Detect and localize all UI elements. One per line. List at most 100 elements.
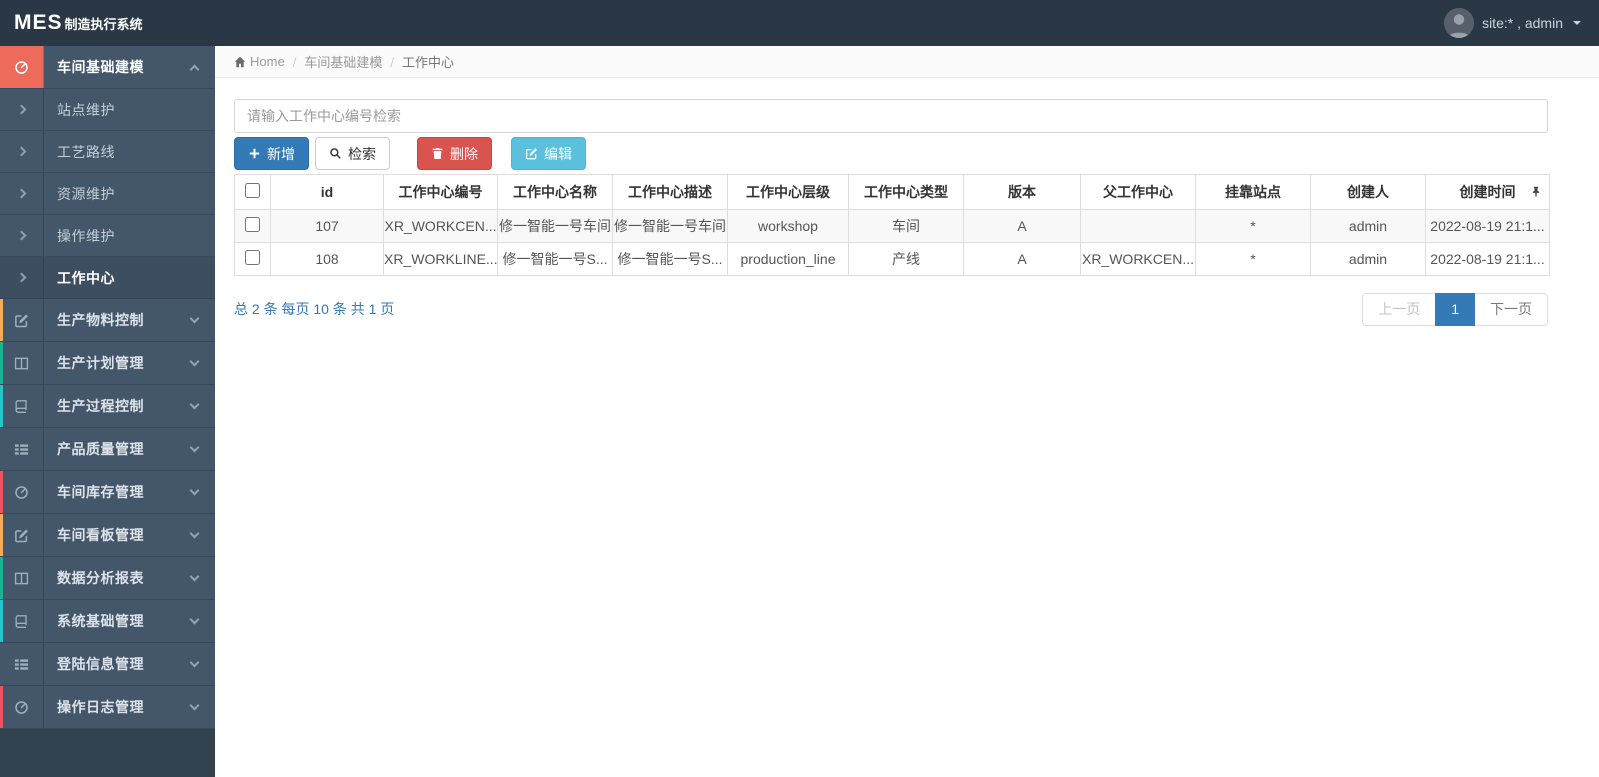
delete-button-label: 删除 xyxy=(450,145,478,162)
accent-strip xyxy=(0,600,3,642)
table-cell: admin xyxy=(1310,209,1426,243)
select-all-checkbox[interactable] xyxy=(245,183,260,198)
select-all-cell xyxy=(234,174,271,210)
breadcrumb: Home 车间基础建模 工作中心 xyxy=(215,46,1599,78)
table-cell: 2022-08-19 21:1... xyxy=(1425,242,1550,276)
pager: 上一页 1 下一页 xyxy=(1362,293,1548,326)
column-header-label: 父工作中心 xyxy=(1103,184,1173,200)
table-cell: 修一智能一号S... xyxy=(497,242,613,276)
caret-down-icon xyxy=(1573,21,1581,25)
app-logo: MES 制造执行系统 xyxy=(14,11,143,35)
sidebar-item-production-process-control[interactable]: 生产过程控制 xyxy=(0,385,215,428)
chevron-down-icon xyxy=(189,399,200,410)
table-cell: production_line xyxy=(727,242,849,276)
chevron-down-icon xyxy=(189,485,200,496)
table-cell: * xyxy=(1195,209,1311,243)
column-header-9: 挂靠站点 xyxy=(1195,174,1311,210)
edit-icon xyxy=(525,147,538,160)
user-menu[interactable]: site:* , admin xyxy=(1444,8,1581,38)
next-page-button[interactable]: 下一页 xyxy=(1474,293,1548,326)
add-button-label: 新增 xyxy=(267,145,295,162)
column-header-label: 工作中心编号 xyxy=(398,184,483,200)
columns-icon xyxy=(0,557,44,599)
search-input[interactable] xyxy=(234,99,1548,133)
plus-icon xyxy=(248,147,261,160)
accent-strip xyxy=(0,557,3,599)
table-row[interactable]: 107 XR_WORKCEN... 修一智能一号车间 修一智能一号车间 workshop… xyxy=(234,209,1550,243)
breadcrumb-workshop-base-modeling[interactable]: 车间基础建模 xyxy=(285,52,382,71)
sidebar-item-resource-maintenance[interactable]: 资源维护 xyxy=(0,173,215,215)
sidebar-item-workshop-inventory-management[interactable]: 车间库存管理 xyxy=(0,471,215,514)
sidebar-item-workshop-kanban-management[interactable]: 车间看板管理 xyxy=(0,514,215,557)
accent-strip xyxy=(0,471,3,513)
sidebar-item-label: 生产过程控制 xyxy=(57,398,144,414)
brand-text: MES xyxy=(14,11,63,34)
sidebar-item-production-plan-management[interactable]: 生产计划管理 xyxy=(0,342,215,385)
chevron-down-icon xyxy=(189,657,200,668)
table-cell: * xyxy=(1195,242,1311,276)
table-cell: 修一智能一号车间 xyxy=(612,209,728,243)
sidebar-item-station-maintenance[interactable]: 站点维护 xyxy=(0,89,215,131)
sidebar-item-label: 工艺路线 xyxy=(57,143,115,160)
chevron-down-icon xyxy=(189,528,200,539)
chevron-right-icon xyxy=(0,131,44,172)
add-button[interactable]: 新增 xyxy=(234,137,309,170)
row-checkbox[interactable] xyxy=(245,217,260,232)
column-header-label: 创建人 xyxy=(1347,184,1389,200)
page-1-button[interactable]: 1 xyxy=(1435,293,1475,326)
sidebar-item-login-info-management[interactable]: 登陆信息管理 xyxy=(0,643,215,686)
row-checkbox[interactable] xyxy=(245,250,260,265)
edit-icon xyxy=(0,514,44,556)
column-header-1: id xyxy=(270,174,384,210)
column-header-2: 工作中心编号 xyxy=(383,174,498,210)
prev-page-button[interactable]: 上一页 xyxy=(1362,293,1437,326)
sidebar-item-label: 车间看板管理 xyxy=(57,527,144,543)
dashboard-icon xyxy=(0,46,44,88)
column-header-label: 创建时间 xyxy=(1459,184,1516,200)
table-cell: 107 xyxy=(270,209,384,243)
sidebar-item-label: 操作维护 xyxy=(57,227,115,244)
sidebar-item-data-analysis-report[interactable]: 数据分析报表 xyxy=(0,557,215,600)
chevron-down-icon xyxy=(189,571,200,582)
sidebar-item-label: 生产计划管理 xyxy=(57,355,144,371)
chevron-down-icon xyxy=(189,442,200,453)
column-header-10: 创建人 xyxy=(1310,174,1426,210)
sidebar-item-process-route[interactable]: 工艺路线 xyxy=(0,131,215,173)
row-select-cell xyxy=(234,209,271,243)
sidebar-item-system-base-management[interactable]: 系统基础管理 xyxy=(0,600,215,643)
table-row[interactable]: 108 XR_WORKLINE... 修一智能一号S... 修一智能一号S... pro… xyxy=(234,242,1550,276)
sidebar-item-label: 车间基础建模 xyxy=(57,59,144,75)
sidebar-item-workshop-base-modeling[interactable]: 车间基础建模 xyxy=(0,46,215,89)
book-icon xyxy=(0,600,44,642)
table-cell: 修一智能一号S... xyxy=(612,242,728,276)
sidebar-item-work-center[interactable]: 工作中心 xyxy=(0,257,215,299)
breadcrumb-home[interactable]: Home xyxy=(250,54,285,69)
list-icon xyxy=(0,428,44,470)
dashboard-icon xyxy=(0,471,44,513)
table-cell: A xyxy=(963,209,1081,243)
column-header-label: 工作中心名称 xyxy=(513,184,597,200)
column-header-5: 工作中心层级 xyxy=(727,174,849,210)
search-button[interactable]: 检索 xyxy=(315,137,390,170)
list-icon xyxy=(0,643,44,685)
columns-icon xyxy=(0,342,44,384)
sidebar-item-operation-log-management[interactable]: 操作日志管理 xyxy=(0,686,215,729)
accent-strip xyxy=(0,299,3,341)
sidebar-item-operation-maintenance[interactable]: 操作维护 xyxy=(0,215,215,257)
table-cell: 108 xyxy=(270,242,384,276)
sidebar: 车间基础建模站点维护工艺路线资源维护操作维护工作中心 生产物料控制生产计划管理 生产… xyxy=(0,46,215,777)
delete-button[interactable]: 删除 xyxy=(417,137,492,170)
table-cell: admin xyxy=(1310,242,1426,276)
table-cell: XR_WORKLINE... xyxy=(383,242,498,276)
column-header-3: 工作中心名称 xyxy=(497,174,613,210)
sidebar-item-label: 车间库存管理 xyxy=(57,484,144,500)
sidebar-item-label: 产品质量管理 xyxy=(57,441,144,457)
column-header-8: 父工作中心 xyxy=(1080,174,1196,210)
search-button-label: 检索 xyxy=(348,145,376,162)
sidebar-item-product-quality-management[interactable]: 产品质量管理 xyxy=(0,428,215,471)
table-cell: 2022-08-19 21:1... xyxy=(1425,209,1550,243)
book-icon xyxy=(0,385,44,427)
edit-button[interactable]: 编辑 xyxy=(511,137,586,170)
row-select-cell xyxy=(234,242,271,276)
sidebar-item-production-material-control[interactable]: 生产物料控制 xyxy=(0,299,215,342)
